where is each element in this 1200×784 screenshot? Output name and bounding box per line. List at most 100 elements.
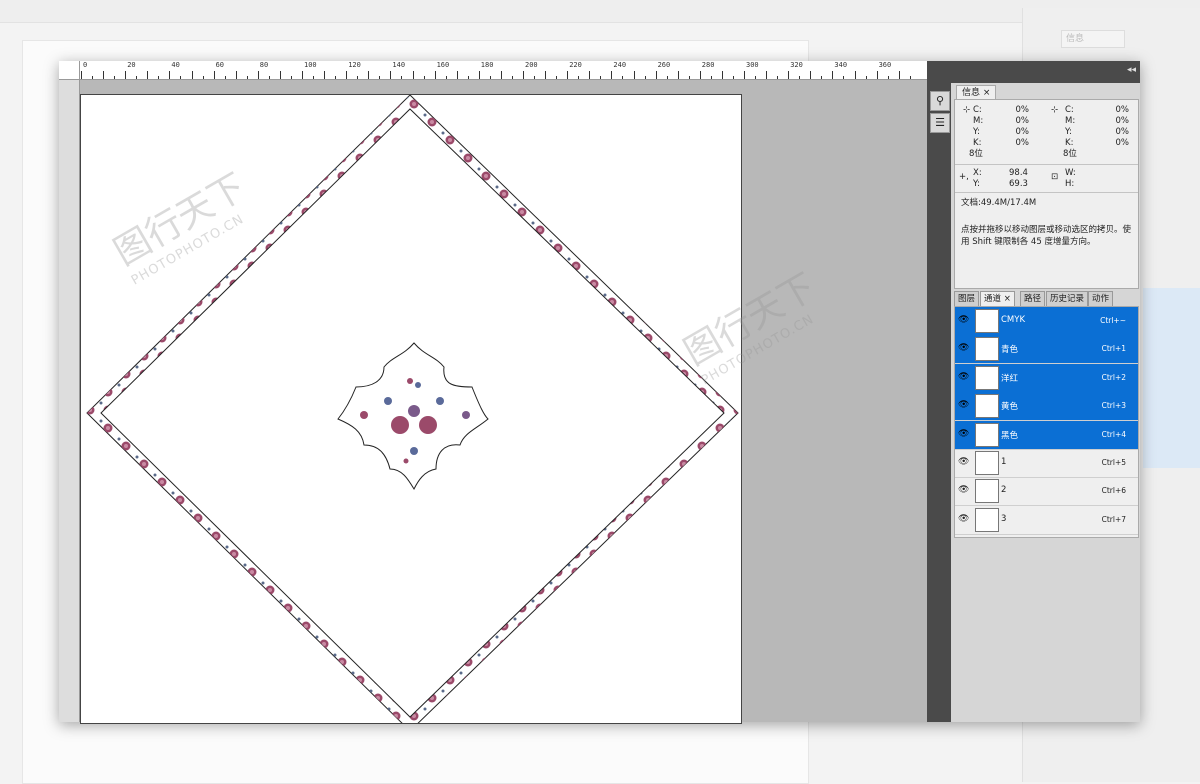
ruler-tick — [302, 71, 303, 79]
channel-shortcut: Ctrl+7 — [1101, 514, 1126, 524]
photoshop-window: 0 20 40 60 80 100 120 140 160 180 200 220 240 260 280 3… — [59, 61, 1140, 724]
ruler-corner[interactable] — [59, 61, 80, 79]
ruler-tick — [357, 76, 359, 79]
ruler-label: 300 — [746, 61, 759, 69]
channel-shortcut: Ctrl+5 — [1101, 458, 1126, 467]
eye-icon[interactable]: 👁 — [958, 486, 969, 495]
channel-row[interactable]: 👁 黑色 Ctrl+4 — [955, 420, 1138, 450]
ruler-tick — [257, 71, 259, 79]
right-panels: ◂◂ 信息 × ⊹ C: M: Y: K: 0% 0% 0% 0% 8位 ⊹ C: M: Y: K… — [951, 61, 1140, 722]
channel-thumbnail — [975, 337, 999, 362]
tab-4[interactable]: 动作 — [1088, 291, 1114, 307]
channel-row[interactable]: 👁 2 Ctrl+6 — [955, 477, 1138, 507]
tab-1[interactable]: 通道 × — [980, 291, 1015, 307]
channel-thumbnail — [975, 365, 999, 390]
ruler-tick — [578, 76, 580, 79]
tab-3[interactable]: 历史记录 — [1046, 291, 1089, 307]
ruler-tick — [644, 76, 646, 79]
ruler-tick — [909, 76, 911, 79]
ruler-tick — [611, 71, 613, 79]
ruler-tick — [799, 76, 801, 79]
ruler-tick — [534, 76, 536, 79]
tab-2[interactable]: 路径 — [1020, 291, 1046, 307]
ruler-tick — [843, 76, 845, 79]
crosshair-icon: +, — [959, 172, 969, 182]
ruler-tick — [92, 76, 94, 79]
ruler-tick — [898, 71, 900, 79]
ruler-tick — [103, 71, 105, 79]
ruler-tick — [788, 71, 790, 79]
eye-icon[interactable]: 👁 — [958, 401, 969, 410]
eye-icon[interactable]: 👁 — [958, 372, 969, 382]
ruler-label: 260 — [657, 61, 671, 69]
channel-row[interactable]: 👁 CMYK Ctrl+~ — [955, 307, 1138, 336]
ruler-tick — [821, 76, 823, 79]
ruler-tick — [865, 76, 867, 79]
ruler-tick — [721, 71, 723, 79]
ruler-tick — [467, 76, 469, 79]
ruler-tick — [324, 71, 326, 79]
ruler-tick — [766, 71, 768, 79]
ruler-tick — [677, 71, 679, 79]
collapse-icon[interactable]: ◂◂ — [1127, 65, 1136, 75]
ruler-label: 220 — [569, 61, 582, 69]
ruler-tick — [224, 76, 226, 79]
channel-tabs: 图层 通道 × 路径 历史记录 动作 — [954, 291, 1137, 307]
ruler-tick — [335, 76, 337, 79]
ruler-tick — [810, 71, 812, 79]
ruler-label: 180 — [480, 61, 494, 69]
ruler-tick — [202, 76, 204, 79]
ruler-tick — [346, 71, 348, 79]
ruler-tick — [777, 76, 779, 79]
ruler-tick — [710, 76, 712, 79]
ruler-label: 360 — [878, 61, 892, 69]
info-panel-icon[interactable]: ⚲ — [930, 91, 950, 111]
channel-name: 黑色 — [1001, 430, 1019, 441]
ruler-tick — [456, 71, 458, 79]
ruler-tick — [368, 71, 370, 79]
ruler-tick — [180, 76, 182, 79]
eye-icon[interactable]: 👁 — [958, 514, 969, 524]
ruler-tick — [235, 71, 237, 79]
horizontal-ruler[interactable]: 0 20 40 60 80 100 120 140 160 180 200 220 240 260 280 3… — [59, 61, 927, 80]
vertical-ruler[interactable] — [59, 80, 80, 722]
channel-row[interactable]: 👁 1 Ctrl+5 — [955, 449, 1138, 478]
channel-row[interactable]: 👁 洋红 Ctrl+2 — [955, 363, 1138, 393]
channel-row[interactable]: 👁 黄色 Ctrl+3 — [955, 392, 1138, 422]
eye-icon[interactable]: 👁 — [958, 429, 969, 439]
ruler-tick — [136, 76, 138, 79]
channel-shortcut: Ctrl+~ — [1100, 316, 1126, 325]
ruler-tick — [666, 76, 668, 79]
ruler-label: 280 — [701, 61, 715, 69]
panel-dock: ⚲ ☰ — [927, 61, 951, 722]
ruler-tick — [832, 71, 834, 79]
ruler-tick — [423, 76, 425, 79]
channel-shortcut: Ctrl+3 — [1101, 401, 1126, 411]
eye-icon[interactable]: 👁 — [958, 316, 969, 325]
ruler-tick — [699, 71, 701, 79]
ruler-tick — [622, 76, 624, 79]
tab-info[interactable]: 信息 × — [956, 85, 997, 100]
size-icon: ⊡ — [1051, 172, 1059, 182]
ruler-label: 140 — [392, 61, 406, 69]
ruler-tick — [445, 76, 447, 79]
channel-row[interactable]: 👁 青色 Ctrl+1 — [955, 335, 1138, 365]
channel-thumbnail — [975, 451, 999, 475]
ruler-tick — [744, 71, 745, 79]
ruler-label: 160 — [436, 61, 450, 69]
ruler-tick — [545, 71, 547, 79]
ruler-label: 80 — [259, 61, 269, 69]
eye-icon[interactable]: 👁 — [958, 344, 969, 353]
background-selection — [1143, 288, 1200, 468]
ruler-tick — [158, 76, 160, 79]
ruler-tick — [732, 76, 734, 79]
tab-0[interactable]: 图层 — [954, 291, 980, 307]
info-panel: ⊹ C: M: Y: K: 0% 0% 0% 0% 8位 ⊹ C: M: Y: K: 0% 0% 0%… — [954, 99, 1139, 289]
eye-icon[interactable]: 👁 — [958, 458, 969, 467]
history-panel-icon[interactable]: ☰ — [930, 113, 950, 133]
channel-row[interactable]: 👁 3 Ctrl+7 — [955, 506, 1138, 535]
channel-thumbnail — [975, 309, 999, 333]
ruler-tick — [191, 71, 193, 79]
channel-shortcut: Ctrl+6 — [1101, 486, 1126, 496]
channel-shortcut: Ctrl+1 — [1101, 344, 1126, 354]
